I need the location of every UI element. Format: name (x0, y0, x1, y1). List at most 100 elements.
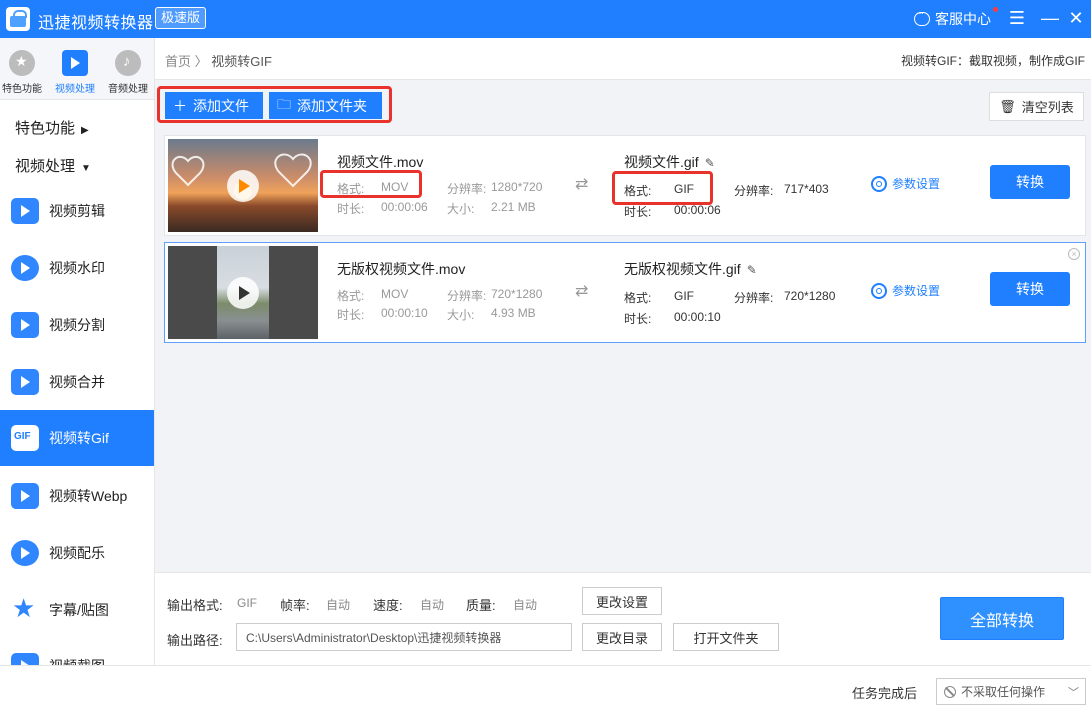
chevron-down-icon: ﹀ (1068, 687, 1079, 699)
app-title: 迅捷视频转换器 (38, 15, 154, 32)
fps-label: 帧率: (280, 598, 310, 613)
output-format-label: 输出格式: (167, 598, 223, 613)
format-label: 格式: (337, 289, 365, 303)
speed-value: 自动 (420, 598, 445, 612)
tab-featured[interactable]: 特色功能 (0, 50, 47, 95)
params-button[interactable]: 参数设置 (871, 282, 940, 299)
play-icon[interactable] (227, 170, 259, 202)
breadcrumb-home[interactable]: 首页 (165, 54, 191, 69)
pencil-icon[interactable]: ✎ (747, 263, 757, 277)
change-directory-button[interactable]: 更改目录 (582, 623, 662, 651)
open-folder-button[interactable]: 打开文件夹 (673, 623, 779, 651)
source-resolution: 720*1280 (491, 287, 543, 301)
folder-icon: 🗀 (277, 95, 291, 112)
sidebar-item-video-split[interactable]: 视频分割 (0, 297, 154, 353)
close-icon[interactable]: ✕ (1066, 8, 1086, 28)
duration-label: 时长: (624, 312, 652, 326)
sidebar-item-label: 视频水印 (49, 260, 105, 276)
gif-icon (11, 425, 39, 451)
resolution-label: 分辨率: (734, 184, 774, 198)
output-path-input[interactable] (236, 623, 572, 651)
sidebar-item-video-to-webp[interactable]: 视频转Webp (0, 468, 154, 524)
customer-service-button[interactable]: 客服中心 (914, 8, 991, 29)
clear-list-button[interactable]: 🗑 清空列表 (989, 92, 1084, 121)
source-format: MOV (381, 287, 409, 301)
sidebar-item-video-watermark[interactable]: 视频水印 (0, 240, 154, 296)
output-format-value: GIF (237, 596, 257, 610)
caret-down-icon: ▼ (81, 163, 91, 174)
remove-file-icon[interactable]: × (1068, 248, 1080, 260)
video-watermark-icon (11, 255, 39, 281)
breadcrumb-separator: 〉 (194, 54, 208, 69)
shuffle-icon: ⇄ (575, 283, 589, 300)
output-resolution: 717*403 (784, 182, 829, 196)
sidebar-item-label: 字幕/贴图 (49, 602, 109, 618)
sidebar-item-video-merge[interactable]: 视频合并 (0, 354, 154, 410)
chat-icon (914, 8, 930, 26)
params-label: 参数设置 (892, 177, 941, 191)
tab-video-label: 视频处理 (55, 84, 95, 95)
sidebar-item-video-music[interactable]: 视频配乐 (0, 525, 154, 581)
source-filename: 无版权视频文件.mov (337, 261, 466, 277)
sidebar-item-video-to-gif[interactable]: 视频转Gif (0, 410, 154, 466)
video-split-icon (11, 312, 39, 338)
section-video[interactable]: 视频处理 ▼ (15, 155, 91, 176)
convert-button[interactable]: 转换 (990, 165, 1070, 199)
video-merge-icon (11, 369, 39, 395)
tab-video[interactable]: 视频处理 (50, 50, 100, 95)
source-duration: 00:00:10 (381, 306, 428, 320)
duration-label: 时长: (337, 202, 365, 216)
highlight-box (320, 170, 422, 198)
add-folder-button[interactable]: 🗀 添加文件夹 (269, 92, 382, 119)
menu-icon[interactable]: ☰ (1007, 8, 1027, 28)
convert-button[interactable]: 转换 (990, 272, 1070, 306)
convert-all-button[interactable]: 全部转换 (940, 597, 1064, 640)
source-duration: 00:00:06 (381, 200, 428, 214)
output-duration: 00:00:06 (674, 203, 721, 217)
caret-right-icon: ▶ (81, 125, 89, 136)
tab-audio[interactable]: 音频处理 (103, 50, 153, 95)
change-settings-button[interactable]: 更改设置 (582, 587, 662, 615)
after-task-select[interactable]: 不采取任何操作 ﹀ (936, 678, 1086, 705)
sidebar-item-video-cut[interactable]: 视频剪辑 (0, 183, 154, 239)
breadcrumb-current: 视频转GIF (211, 54, 272, 69)
film-icon (62, 50, 88, 76)
size-label: 大小: (447, 308, 475, 322)
output-duration: 00:00:10 (674, 310, 721, 324)
sidebar-item-label: 视频转Gif (49, 430, 109, 446)
notification-dot (993, 7, 998, 12)
video-thumbnail[interactable] (168, 246, 318, 339)
fps-value: 自动 (326, 598, 351, 612)
add-file-label: 添加文件 (193, 97, 249, 114)
add-file-button[interactable]: ＋ 添加文件 (165, 92, 263, 119)
section-video-label: 视频处理 (15, 158, 76, 175)
minimize-icon[interactable]: — (1040, 8, 1060, 28)
source-size: 4.93 MB (491, 306, 536, 320)
sidebar-item-video-screenshot[interactable]: 视频截图 (0, 638, 154, 665)
sidebar-item-subtitle-sticker[interactable]: 字幕/贴图 (0, 582, 154, 638)
section-featured[interactable]: 特色功能 ▶ (15, 117, 89, 138)
params-button[interactable]: 参数设置 (871, 175, 940, 192)
video-thumbnail[interactable] (168, 139, 318, 232)
sidebar-item-label: 视频配乐 (49, 545, 105, 561)
title-bar: 迅捷视频转换器 极速版 客服中心 ☰ — ✕ (0, 0, 1091, 38)
output-resolution: 720*1280 (784, 289, 836, 303)
after-task-value: 不采取任何操作 (961, 685, 1046, 699)
format-label: 格式: (624, 291, 652, 305)
plus-icon: ＋ (173, 97, 187, 114)
pencil-icon[interactable]: ✎ (705, 156, 715, 170)
file-card[interactable]: × 无版权视频文件.mov 格式: MOV 分辨率: 720*1280 时长: … (164, 242, 1086, 343)
resolution-label: 分辨率: (447, 289, 487, 303)
sidebar-item-label: 视频合并 (49, 374, 105, 390)
source-filename: 视频文件.mov (337, 154, 424, 170)
app-logo-icon (6, 7, 30, 31)
resolution-label: 分辨率: (734, 291, 774, 305)
output-filename-row: 视频文件.gif ✎ (624, 152, 715, 172)
duration-label: 时长: (337, 308, 365, 322)
shuffle-icon: ⇄ (575, 176, 589, 193)
breadcrumb: 首页 〉 视频转GIF (165, 51, 272, 70)
output-path-label: 输出路径: (167, 633, 223, 648)
resolution-label: 分辨率: (447, 182, 487, 196)
play-icon[interactable] (227, 277, 259, 309)
tab-featured-label: 特色功能 (2, 84, 42, 95)
